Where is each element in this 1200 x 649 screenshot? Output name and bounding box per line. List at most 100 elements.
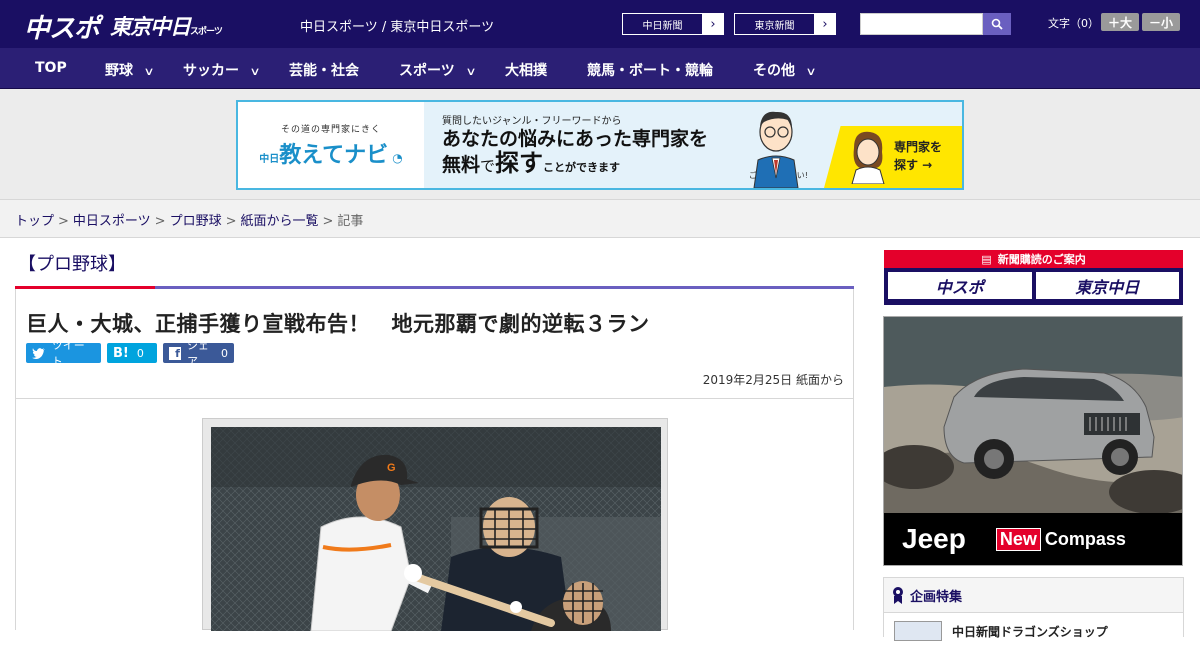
- facebook-share-label: シェア: [186, 339, 209, 368]
- nav-item-soccer[interactable]: サッカー ∨: [183, 60, 261, 80]
- facebook-icon: f: [169, 346, 181, 360]
- breadcrumb-separator: >: [322, 214, 334, 229]
- tokyo-shimbun-link[interactable]: 東京新聞 ›: [734, 13, 836, 35]
- oshiete-navi-ad-banner[interactable]: その道の専門家にきく 中日教えてナビ ◔ 質問したいジャンル・フリーワードから …: [236, 100, 964, 190]
- breadcrumb-link-top[interactable]: トップ: [15, 214, 54, 229]
- tweet-label: ツイート: [51, 339, 85, 368]
- font-smaller-button[interactable]: －小: [1142, 13, 1180, 31]
- site-name[interactable]: 中日スポーツ / 東京中日スポーツ: [300, 16, 494, 35]
- article-title: 巨人・大城、正捕手獲り宣戦布告！ 地元那覇で劇的逆転３ラン: [26, 312, 650, 336]
- breadcrumb-link-pro-baseball[interactable]: プロ野球: [170, 214, 222, 229]
- subscribe-tokyo-chunichi-link[interactable]: 東京中日: [1035, 272, 1179, 299]
- font-larger-button[interactable]: ＋大: [1101, 13, 1139, 31]
- ad-headline-de: で: [480, 157, 496, 175]
- chunichi-shimbun-label: 中日新聞: [623, 14, 703, 34]
- breadcrumb-link-chunichi-sports[interactable]: 中日スポーツ: [73, 214, 151, 229]
- ad-cta-line-1: 専門家を: [894, 140, 943, 154]
- search-button[interactable]: [983, 13, 1011, 35]
- breadcrumb-link-paper-list[interactable]: 紙面から一覧: [241, 214, 319, 229]
- nav-item-label: サッカー: [183, 63, 239, 79]
- nav-item-top[interactable]: TOP: [35, 60, 67, 76]
- chevron-down-icon: ∨: [143, 65, 155, 78]
- jeep-logo: Jeep: [902, 523, 966, 554]
- ad-cta-text: 専門家を探す →: [894, 138, 942, 174]
- nav-item-entertainment[interactable]: 芸能・社会: [289, 60, 359, 80]
- chunichi-shimbun-link[interactable]: 中日新聞 ›: [622, 13, 724, 35]
- ad-cta-panel[interactable]: 専門家を探す →: [824, 126, 962, 188]
- breadcrumb-separator: >: [58, 214, 69, 229]
- search-icon: [991, 18, 1003, 30]
- feature-item-label: 中日新聞ドラゴンズショップ: [952, 624, 1108, 639]
- subscription-box[interactable]: ▤ 新聞購読のご案内 中スポ 東京中日: [884, 250, 1183, 305]
- ad-brand-name: 教えてナビ: [279, 142, 389, 168]
- hatena-bookmark-button[interactable]: B! 0: [107, 343, 157, 363]
- tokyo-chunichi-logo-text: 東京中日: [110, 16, 191, 39]
- new-badge: New: [995, 527, 1041, 551]
- chevron-down-icon: ∨: [805, 65, 817, 78]
- jeep-ad-photo: [884, 317, 1182, 515]
- main-nav: TOP 野球 ∨ サッカー ∨ 芸能・社会 スポーツ ∨ 大相撲 競馬・ボート・競輪 …: [0, 48, 1200, 89]
- breadcrumb-separator: >: [154, 214, 166, 229]
- speech-bubble-icon: ◔: [388, 150, 403, 165]
- hatena-count: 0: [136, 346, 144, 360]
- feature-title: 企画特集: [910, 589, 963, 605]
- feature-item-thumbnail: [894, 621, 942, 641]
- font-size-label: 文字（0）: [1048, 17, 1099, 30]
- ribbon-icon: [893, 587, 903, 604]
- nav-item-label: 競馬・ボート・競輪: [587, 63, 713, 79]
- nav-item-label: 大相撲: [505, 63, 547, 79]
- subscription-logos: 中スポ 東京中日: [884, 268, 1183, 303]
- chevron-down-icon: ∨: [465, 65, 477, 78]
- facebook-count: 0: [221, 346, 228, 360]
- ad-copy-block: 質問したいジャンル・フリーワードから あなたの悩みにあった専門家を 無料で探すこ…: [424, 102, 824, 188]
- jeep-compass-ad[interactable]: Jeep New Compass: [883, 316, 1183, 566]
- feature-section: 企画特集 中日新聞ドラゴンズショップ: [883, 577, 1184, 649]
- tokyo-chunichi-logo-suffix: スポーツ: [190, 26, 223, 36]
- feature-header: 企画特集: [884, 578, 1183, 613]
- nav-item-label: 野球: [105, 63, 133, 79]
- nav-item-label: 芸能・社会: [289, 63, 359, 79]
- nav-item-label: スポーツ: [399, 63, 455, 79]
- nav-item-other[interactable]: その他 ∨: [753, 60, 817, 80]
- article-photo[interactable]: G: [202, 418, 668, 631]
- ad-cta-block: 専門家を探す →: [824, 102, 962, 188]
- nav-item-sumo[interactable]: 大相撲: [505, 60, 547, 80]
- breadcrumb-separator: >: [225, 214, 237, 229]
- category-heading: 【プロ野球】: [18, 254, 126, 275]
- search-box: [860, 13, 1011, 35]
- nav-item-label: TOP: [35, 60, 67, 76]
- feature-item[interactable]: 中日新聞ドラゴンズショップ: [884, 613, 1183, 649]
- expert-man-illustration: [753, 111, 799, 188]
- chevron-right-icon: ›: [710, 16, 716, 32]
- ad-brand: 中日教えてナビ ◔: [259, 137, 403, 169]
- subscription-header: ▤ 新聞購読のご案内: [884, 250, 1183, 268]
- facebook-share-button[interactable]: f シェア 0: [163, 339, 234, 368]
- subscription-title: 新聞購読のご案内: [997, 253, 1086, 266]
- svg-text:G: G: [387, 462, 396, 474]
- subscribe-chunichi-sports-link[interactable]: 中スポ: [888, 272, 1032, 299]
- tweet-button[interactable]: ツイート: [26, 339, 101, 368]
- ad-headline-search: 探す: [495, 149, 544, 177]
- hatena-bookmark-icon: B!: [113, 345, 129, 361]
- breadcrumb: トップ > 中日スポーツ > プロ野球 > 紙面から一覧 > 記事: [0, 200, 1200, 238]
- woman-illustration: [851, 131, 885, 184]
- jeep-model-name: Compass: [1044, 528, 1126, 549]
- nav-item-racing[interactable]: 競馬・ボート・競輪: [587, 60, 713, 80]
- breadcrumb-current: 記事: [337, 214, 364, 229]
- ad-cta-line-2: 探す →: [894, 158, 933, 172]
- nav-item-baseball[interactable]: 野球 ∨: [105, 60, 155, 80]
- nav-item-sports[interactable]: スポーツ ∨: [399, 60, 477, 80]
- ad-headline-free: 無料: [442, 154, 481, 176]
- site-header: 中スポ 東京中日スポーツ 中日スポーツ / 東京中日スポーツ 中日新聞 › 東京…: [0, 0, 1200, 48]
- nav-item-label: その他: [753, 63, 795, 79]
- tokyo-chunichi-logo[interactable]: 東京中日スポーツ: [110, 11, 223, 41]
- newspaper-icon: ▤: [981, 252, 992, 266]
- chevron-right-icon: ›: [822, 16, 828, 32]
- ad-tagline: その道の専門家にきく: [280, 124, 381, 135]
- search-input[interactable]: [860, 13, 983, 35]
- article-date: 2019年2月25日 紙面から: [702, 373, 844, 387]
- twitter-bird-icon: [32, 348, 45, 359]
- batter-photo-illustration: G: [211, 427, 661, 631]
- ad-headline-tail: ことができます: [543, 161, 621, 174]
- chunichi-sports-logo[interactable]: 中スポ: [24, 8, 100, 45]
